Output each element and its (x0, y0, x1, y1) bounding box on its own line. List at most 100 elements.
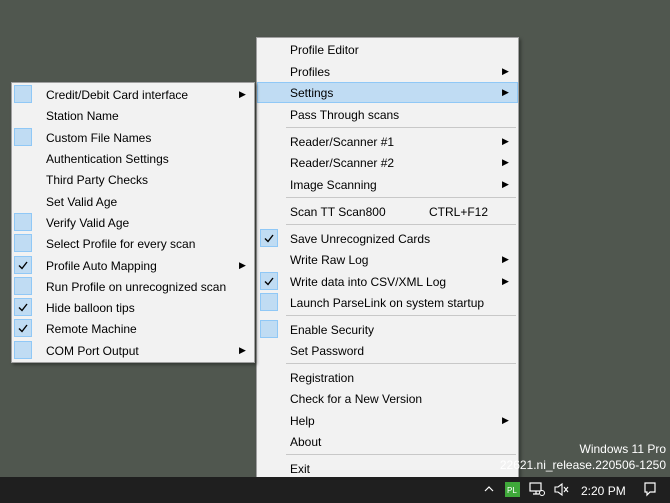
menu-item-label: Profiles (290, 65, 331, 79)
menu-separator (286, 197, 516, 198)
menu-item-scan-tt-scan800[interactable]: Scan TT Scan800 CTRL+F12 (257, 201, 518, 222)
menu-item-label: Reader/Scanner #1 (290, 135, 395, 149)
submenu-item-com-port-output[interactable]: COM Port Output ▶ (12, 340, 254, 361)
menu-item-reader-scanner-2[interactable]: Reader/Scanner #2 ▶ (257, 152, 518, 173)
submenu-item-station-name[interactable]: Station Name (12, 105, 254, 126)
menu-item-profiles[interactable]: Profiles ▶ (257, 61, 518, 82)
menu-item-label: Hide balloon tips (46, 301, 135, 315)
submenu-arrow-icon: ▶ (239, 345, 246, 355)
checkmark-icon (260, 272, 278, 290)
menu-item-label: Write data into CSV/XML Log (290, 275, 447, 289)
menu-item-reader-scanner-1[interactable]: Reader/Scanner #1 ▶ (257, 131, 518, 152)
submenu-item-profile-auto-mapping[interactable]: Profile Auto Mapping ▶ (12, 255, 254, 276)
submenu-item-remote-machine[interactable]: Remote Machine (12, 318, 254, 339)
menu-item-label: Help (290, 414, 315, 428)
checkbox-empty-icon (260, 320, 278, 338)
menu-item-label: Check for a New Version (290, 392, 423, 406)
submenu-item-custom-file-names[interactable]: Custom File Names (12, 127, 254, 148)
submenu-item-authentication-settings[interactable]: Authentication Settings (12, 148, 254, 169)
submenu-arrow-icon: ▶ (239, 260, 246, 270)
menu-item-launch-on-startup[interactable]: Launch ParseLink on system startup (257, 292, 518, 313)
settings-submenu: Credit/Debit Card interface ▶ Station Na… (11, 82, 255, 363)
menu-item-label: Select Profile for every scan (46, 237, 196, 251)
menu-item-enable-security[interactable]: Enable Security (257, 319, 518, 340)
menu-item-write-csv-xml-log[interactable]: Write data into CSV/XML Log ▶ (257, 271, 518, 292)
network-icon[interactable] (529, 482, 545, 500)
menu-item-label: Station Name (46, 109, 119, 123)
checkbox-empty-icon (14, 277, 32, 295)
menu-item-write-raw-log[interactable]: Write Raw Log ▶ (257, 249, 518, 270)
menu-item-settings[interactable]: Settings ▶ (257, 82, 518, 103)
menu-item-label: Credit/Debit Card interface (46, 88, 189, 102)
menu-item-label: Custom File Names (46, 131, 152, 145)
menu-item-check-new-version[interactable]: Check for a New Version (257, 388, 518, 409)
menu-item-label: Set Valid Age (46, 195, 118, 209)
submenu-item-hide-balloon-tips[interactable]: Hide balloon tips (12, 297, 254, 318)
submenu-arrow-icon: ▶ (502, 157, 509, 167)
submenu-arrow-icon: ▶ (502, 136, 509, 146)
submenu-item-set-valid-age[interactable]: Set Valid Age (12, 191, 254, 212)
taskbar (0, 477, 670, 503)
submenu-item-verify-valid-age[interactable]: Verify Valid Age (12, 212, 254, 233)
submenu-arrow-icon: ▶ (502, 254, 509, 264)
menu-item-image-scanning[interactable]: Image Scanning ▶ (257, 174, 518, 195)
submenu-arrow-icon: ▶ (502, 66, 509, 76)
menu-item-label: Third Party Checks (46, 173, 149, 187)
menu-item-label: Remote Machine (46, 322, 137, 336)
submenu-item-credit-debit-card[interactable]: Credit/Debit Card interface ▶ (12, 84, 254, 105)
windows-edition-watermark: Windows 11 Pro (579, 442, 666, 456)
menu-item-label: Save Unrecognized Cards (290, 232, 431, 246)
menu-item-about[interactable]: About (257, 431, 518, 452)
menu-item-label: Exit (290, 462, 311, 476)
menu-separator (286, 363, 516, 364)
menu-item-label: COM Port Output (46, 344, 139, 358)
svg-text:PL: PL (507, 486, 517, 495)
checkmark-icon (260, 229, 278, 247)
menu-item-registration[interactable]: Registration (257, 367, 518, 388)
parselink-tray-icon[interactable]: PL (505, 482, 520, 500)
menu-item-pass-through-scans[interactable]: Pass Through scans (257, 104, 518, 125)
submenu-arrow-icon: ▶ (502, 179, 509, 189)
menu-separator (286, 454, 516, 455)
submenu-arrow-icon: ▶ (502, 276, 509, 286)
menu-item-set-password[interactable]: Set Password (257, 340, 518, 361)
checkbox-empty-icon (14, 85, 32, 103)
menu-item-label: Pass Through scans (290, 108, 400, 122)
chevron-up-icon[interactable] (483, 483, 495, 498)
menu-item-exit[interactable]: Exit (257, 458, 518, 479)
menu-item-label: Run Profile on unrecognized scan (46, 280, 227, 294)
windows-build-watermark: 22621.ni_release.220506-1250 (499, 458, 666, 472)
notification-icon[interactable] (642, 481, 658, 500)
menu-item-label: Enable Security (290, 323, 375, 337)
checkbox-empty-icon (14, 234, 32, 252)
tray-context-menu: Profile Editor Profiles ▶ Settings ▶ Pas… (256, 37, 519, 482)
menu-item-label: Settings (290, 86, 334, 100)
checkbox-empty-icon (14, 213, 32, 231)
checkbox-empty-icon (260, 293, 278, 311)
menu-item-profile-editor[interactable]: Profile Editor (257, 39, 518, 60)
checkmark-icon (14, 319, 32, 337)
taskbar-clock[interactable]: 2:20 PM (581, 484, 626, 498)
menu-item-label: Registration (290, 371, 355, 385)
menu-item-label: Verify Valid Age (46, 216, 130, 230)
submenu-arrow-icon: ▶ (502, 87, 509, 97)
menu-item-label: Launch ParseLink on system startup (290, 296, 485, 310)
menu-separator (286, 315, 516, 316)
menu-item-save-unrecognized-cards[interactable]: Save Unrecognized Cards (257, 228, 518, 249)
volume-muted-icon[interactable] (553, 482, 569, 500)
checkmark-icon (14, 298, 32, 316)
menu-separator (286, 127, 516, 128)
submenu-item-select-profile-every-scan[interactable]: Select Profile for every scan (12, 233, 254, 254)
menu-separator (286, 224, 516, 225)
menu-item-label: Write Raw Log (290, 253, 369, 267)
menu-item-help[interactable]: Help ▶ (257, 410, 518, 431)
submenu-arrow-icon: ▶ (502, 415, 509, 425)
menu-item-label: Set Password (290, 344, 365, 358)
checkbox-empty-icon (14, 341, 32, 359)
submenu-item-run-profile-unrecognized[interactable]: Run Profile on unrecognized scan (12, 276, 254, 297)
menu-item-label: Authentication Settings (46, 152, 169, 166)
shortcut-label: CTRL+F12 (429, 205, 489, 219)
menu-item-label: About (290, 435, 322, 449)
menu-item-label: Image Scanning (290, 178, 377, 192)
submenu-item-third-party-checks[interactable]: Third Party Checks (12, 169, 254, 190)
